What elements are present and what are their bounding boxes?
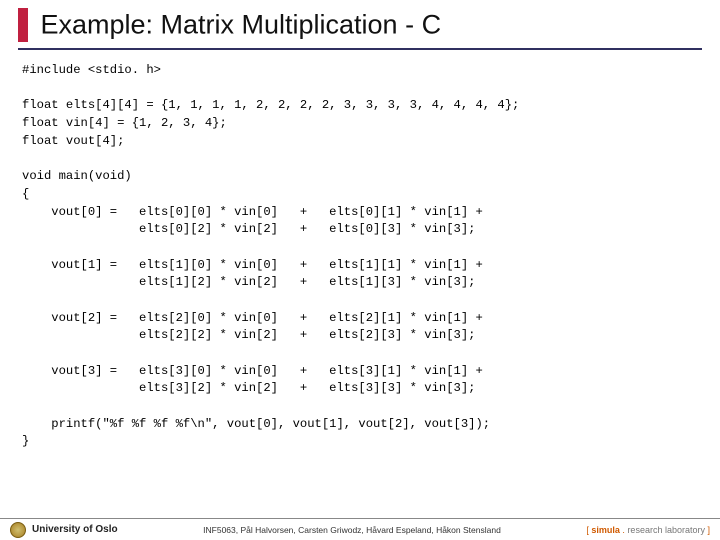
title-block: Example: Matrix Multiplication - C <box>18 8 702 50</box>
footer-left: University of Oslo <box>10 522 118 538</box>
slide: Example: Matrix Multiplication - C #incl… <box>0 0 720 540</box>
brand-name: simula <box>591 525 620 535</box>
university-seal-icon <box>10 522 26 538</box>
footer: University of Oslo INF5063, Pål Halvorse… <box>0 518 720 540</box>
title-underline <box>18 48 702 50</box>
footer-brand: [ simula . research laboratory ] <box>586 525 710 535</box>
slide-title: Example: Matrix Multiplication - C <box>40 10 441 40</box>
footer-left-text: University of Oslo <box>32 524 118 535</box>
brand-bracket-close: ] <box>705 525 710 535</box>
brand-suffix: research laboratory <box>627 525 705 535</box>
code-block: #include <stdio. h> float elts[4][4] = {… <box>22 62 698 451</box>
footer-credits: INF5063, Pål Halvorsen, Carsten Griwodz,… <box>118 525 587 535</box>
title-accent-bar <box>18 8 28 42</box>
